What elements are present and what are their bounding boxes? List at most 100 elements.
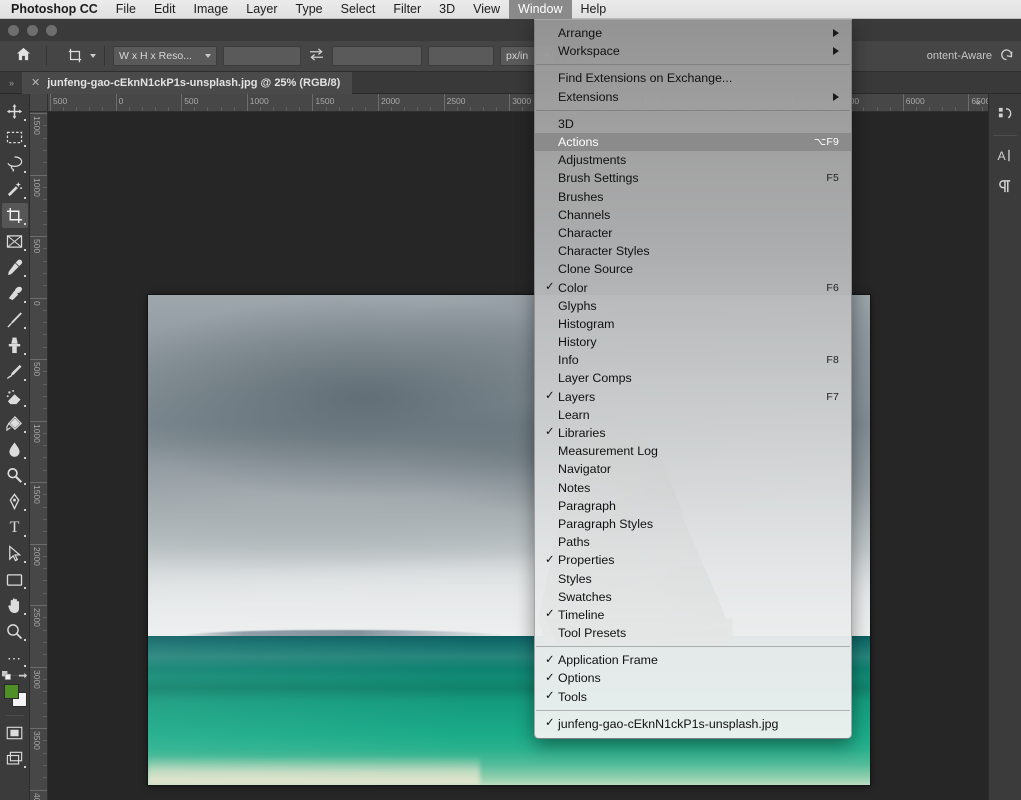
menu-item-color[interactable]: ✓ColorF6 xyxy=(535,278,851,296)
default-colors-icon[interactable] xyxy=(2,671,11,682)
window-dropdown-menu[interactable]: ArrangeWorkspace Find Extensions on Excha… xyxy=(534,19,852,739)
menu-item-adjustments[interactable]: Adjustments xyxy=(535,151,851,169)
hand-tool[interactable] xyxy=(2,593,28,618)
menu-item-tools[interactable]: ✓Tools xyxy=(535,688,851,706)
tool-preset-chevron-icon[interactable] xyxy=(90,54,96,58)
menu-item-find-extensions-on-exchange[interactable]: Find Extensions on Exchange... xyxy=(535,69,851,87)
character-panel-icon[interactable]: A xyxy=(991,142,1019,170)
menu-item-paragraph[interactable]: Paragraph xyxy=(535,497,851,515)
ruler-minor-tick xyxy=(365,107,366,111)
lasso-tool[interactable] xyxy=(2,151,28,176)
pen-tool[interactable] xyxy=(2,489,28,514)
magic-wand-tool[interactable] xyxy=(2,177,28,202)
aspect-ratio-select[interactable]: W x H x Reso... xyxy=(113,46,217,66)
menu-item-application-frame[interactable]: ✓Application Frame xyxy=(535,651,851,669)
menu-item-layer-comps[interactable]: Layer Comps xyxy=(535,369,851,387)
menu-item-actions[interactable]: Actions⌥F9 xyxy=(535,133,851,151)
menu-item-arrange[interactable]: Arrange xyxy=(535,24,851,42)
path-selection-tool[interactable] xyxy=(2,541,28,566)
crop-resolution-input[interactable] xyxy=(428,46,494,66)
menu-layer[interactable]: Layer xyxy=(237,0,286,19)
menu-app-photoshop[interactable]: Photoshop CC xyxy=(0,0,107,19)
menu-image[interactable]: Image xyxy=(185,0,238,19)
zoom-tool[interactable] xyxy=(2,619,28,644)
foreground-color-swatch[interactable] xyxy=(4,684,19,699)
collapse-panels-icon[interactable]: « xyxy=(971,96,985,110)
menu-item-junfeng-gao-ceknn1ckp1s-unsplash-jpg[interactable]: ✓junfeng-gao-cEknN1ckP1s-unsplash.jpg xyxy=(535,715,851,733)
menu-item-paths[interactable]: Paths xyxy=(535,533,851,551)
menu-window[interactable]: Window xyxy=(509,0,571,19)
content-aware-label[interactable]: ontent-Aware xyxy=(927,50,992,62)
menu-item-clone-source[interactable]: Clone Source xyxy=(535,260,851,278)
brush-tool[interactable] xyxy=(2,307,28,332)
chevron-double-right-icon[interactable]: » xyxy=(0,78,22,88)
crop-height-input[interactable] xyxy=(332,46,422,66)
menu-item-extensions[interactable]: Extensions xyxy=(535,88,851,106)
dodge-tool[interactable] xyxy=(2,463,28,488)
menu-item-tool-presets[interactable]: Tool Presets xyxy=(535,624,851,642)
edit-toolbar-button[interactable]: ⋯ xyxy=(2,645,28,670)
type-tool[interactable]: T xyxy=(2,515,28,540)
menu-item-history[interactable]: History xyxy=(535,333,851,351)
menu-item-character-styles[interactable]: Character Styles xyxy=(535,242,851,260)
vertical-ruler[interactable]: 1500100050005001000150020002500300035004… xyxy=(30,112,48,800)
menu-item-styles[interactable]: Styles xyxy=(535,569,851,587)
minimize-window-button[interactable] xyxy=(27,25,38,36)
document-tab[interactable]: ✕ junfeng-gao-cEknN1ckP1s-unsplash.jpg @… xyxy=(22,72,352,94)
menu-filter[interactable]: Filter xyxy=(384,0,430,19)
close-window-button[interactable] xyxy=(8,25,19,36)
menu-item-channels[interactable]: Channels xyxy=(535,206,851,224)
screen-mode-toggle[interactable] xyxy=(2,746,28,771)
menu-3d[interactable]: 3D xyxy=(430,0,464,19)
menu-item-brushes[interactable]: Brushes xyxy=(535,188,851,206)
move-tool[interactable] xyxy=(2,99,28,124)
menu-item-swatches[interactable]: Swatches xyxy=(535,588,851,606)
ruler-corner[interactable] xyxy=(30,94,48,112)
active-tool-indicator[interactable] xyxy=(65,46,96,66)
frame-tool[interactable] xyxy=(2,229,28,254)
history-brush-tool[interactable] xyxy=(2,359,28,384)
rectangular-marquee-tool[interactable] xyxy=(2,125,28,150)
menu-item-properties[interactable]: ✓Properties xyxy=(535,551,851,569)
spot-healing-brush-tool[interactable] xyxy=(2,281,28,306)
swap-arrows-icon[interactable] xyxy=(309,48,324,64)
paragraph-panel-icon[interactable] xyxy=(991,173,1019,201)
rectangle-tool[interactable] xyxy=(2,567,28,592)
blur-tool[interactable] xyxy=(2,437,28,462)
crop-width-input[interactable] xyxy=(223,46,301,66)
quick-mask-toggle[interactable] xyxy=(2,720,28,745)
menu-type[interactable]: Type xyxy=(287,0,332,19)
menu-item-workspace[interactable]: Workspace xyxy=(535,42,851,60)
menu-select[interactable]: Select xyxy=(332,0,385,19)
menu-item-info[interactable]: InfoF8 xyxy=(535,351,851,369)
crop-tool[interactable] xyxy=(2,203,28,228)
libraries-panel-icon[interactable] xyxy=(991,100,1019,128)
gradient-tool[interactable] xyxy=(2,411,28,436)
swap-colors-icon[interactable] xyxy=(18,672,28,684)
menu-file[interactable]: File xyxy=(107,0,145,19)
menu-item-navigator[interactable]: Navigator xyxy=(535,460,851,478)
menu-item-notes[interactable]: Notes xyxy=(535,479,851,497)
clone-stamp-tool[interactable] xyxy=(2,333,28,358)
menu-item-histogram[interactable]: Histogram xyxy=(535,315,851,333)
menu-item-brush-settings[interactable]: Brush SettingsF5 xyxy=(535,169,851,187)
maximize-window-button[interactable] xyxy=(46,25,57,36)
close-icon[interactable]: ✕ xyxy=(31,76,40,89)
home-icon[interactable] xyxy=(8,47,38,65)
eyedropper-tool[interactable] xyxy=(2,255,28,280)
menu-help[interactable]: Help xyxy=(572,0,616,19)
menu-item-layers[interactable]: ✓LayersF7 xyxy=(535,388,851,406)
menu-item-libraries[interactable]: ✓Libraries xyxy=(535,424,851,442)
menu-item-character[interactable]: Character xyxy=(535,224,851,242)
menu-item-paragraph-styles[interactable]: Paragraph Styles xyxy=(535,515,851,533)
menu-item-measurement-log[interactable]: Measurement Log xyxy=(535,442,851,460)
reset-icon[interactable] xyxy=(999,48,1014,64)
menu-item-timeline[interactable]: ✓Timeline xyxy=(535,606,851,624)
eraser-tool[interactable] xyxy=(2,385,28,410)
menu-item-3d[interactable]: 3D xyxy=(535,115,851,133)
menu-edit[interactable]: Edit xyxy=(145,0,185,19)
menu-item-glyphs[interactable]: Glyphs xyxy=(535,297,851,315)
menu-item-learn[interactable]: Learn xyxy=(535,406,851,424)
menu-view[interactable]: View xyxy=(464,0,509,19)
menu-item-options[interactable]: ✓Options xyxy=(535,669,851,687)
